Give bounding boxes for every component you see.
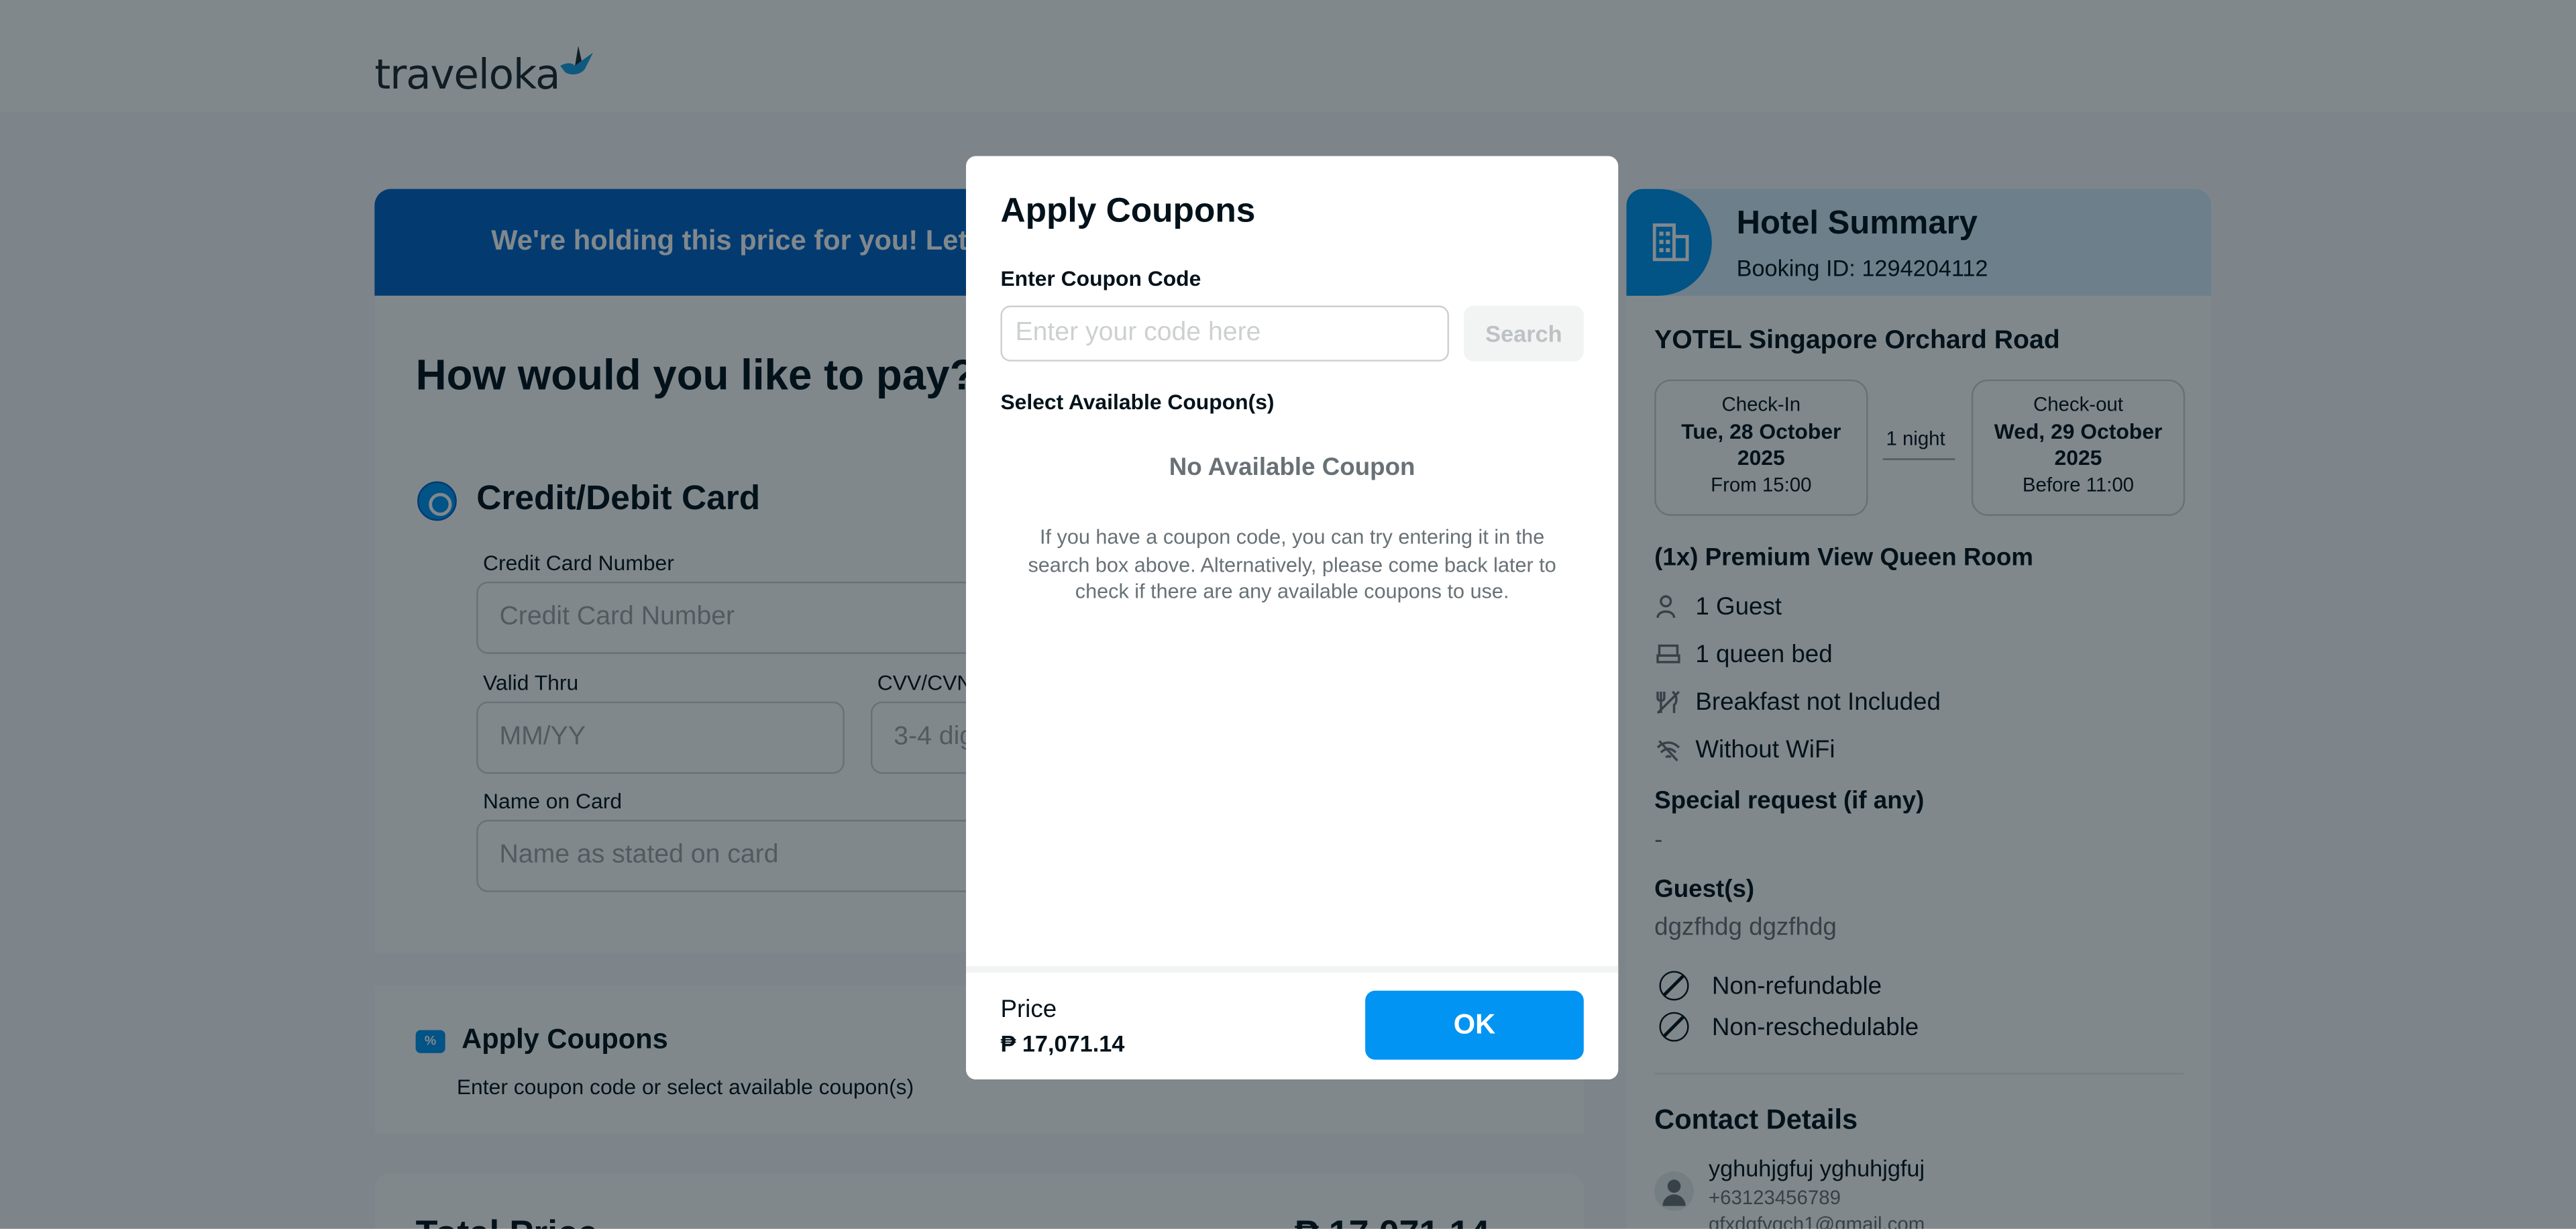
available-coupons-label: Select Available Coupon(s) bbox=[1000, 389, 1275, 415]
no-coupon-title: No Available Coupon bbox=[1169, 453, 1415, 482]
price-label: Price bbox=[1000, 996, 1057, 1024]
coupon-code-input[interactable]: Enter your code here bbox=[1000, 305, 1450, 362]
modal-footer: Price ₱ 17,071.14 OK bbox=[966, 966, 1619, 1079]
modal-title: Apply Coupons bbox=[1000, 192, 1256, 230]
apply-coupons-modal: Apply Coupons Enter Coupon Code Enter yo… bbox=[966, 156, 1619, 1079]
page-root: traveloka We're holding this price for y… bbox=[0, 0, 2576, 1229]
ok-button[interactable]: OK bbox=[1365, 990, 1584, 1060]
no-coupon-description: If you have a coupon code, you can try e… bbox=[1028, 525, 1556, 603]
price-value: ₱ 17,071.14 bbox=[1000, 1030, 1125, 1057]
search-button[interactable]: Search bbox=[1464, 305, 1584, 362]
coupon-code-label: Enter Coupon Code bbox=[1000, 266, 1201, 291]
